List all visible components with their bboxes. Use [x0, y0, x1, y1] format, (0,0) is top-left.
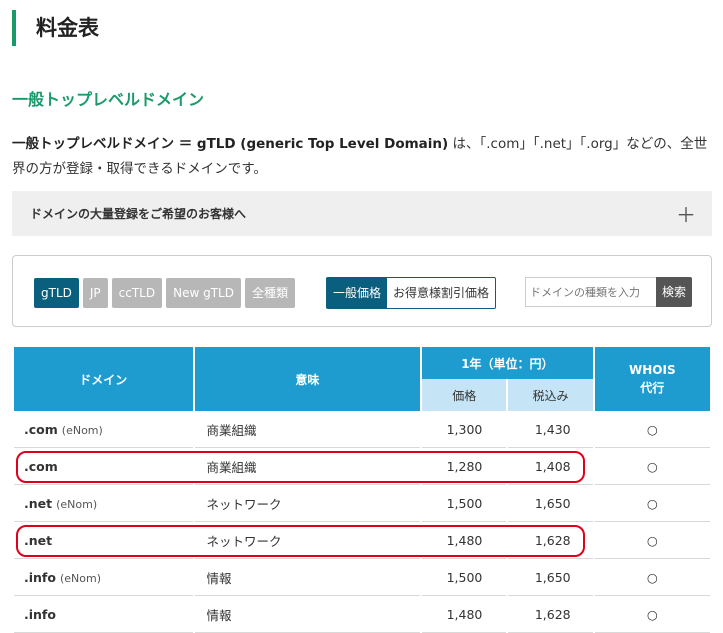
search-input[interactable]: [525, 277, 656, 307]
cell-whois: ○: [594, 485, 710, 522]
header-price: 価格: [422, 379, 507, 411]
cell-domain: .net (eNom): [14, 485, 193, 522]
cell-whois: ○: [594, 559, 710, 596]
cell-price: 1,300: [422, 411, 507, 448]
tab-tld[interactable]: JP: [82, 278, 108, 308]
table-row: .com (eNom) 商業組織 1,300 1,430 ○: [14, 411, 710, 448]
header-year: 1年（単位：円）: [422, 347, 593, 379]
price-table: ドメイン 意味 1年（単位：円） WHOIS 代行 価格 税込み .com (eN…: [12, 347, 712, 633]
cell-tax: 1,628: [508, 596, 593, 633]
price-mode-option[interactable]: 一般価格: [327, 278, 388, 308]
domain-name: .info: [24, 569, 56, 585]
cell-whois: ○: [594, 448, 710, 485]
search-button[interactable]: 検索: [656, 277, 692, 307]
cell-meaning: 情報: [194, 559, 421, 596]
domain-name: .info: [24, 606, 56, 622]
cell-tax: 1,430: [508, 411, 593, 448]
tab-tld[interactable]: 全種類: [244, 278, 295, 308]
registrar-label: (eNom): [56, 497, 98, 511]
price-mode-option[interactable]: お得意様割引価格: [387, 278, 495, 308]
table-row: .net (eNom) ネットワーク 1,500 1,650 ○: [14, 485, 710, 522]
cell-price: 1,500: [422, 559, 507, 596]
cell-meaning: 商業組織: [194, 411, 421, 448]
domain-name: .com: [24, 421, 58, 437]
cell-meaning: ネットワーク: [194, 485, 421, 522]
domain-search: 検索: [525, 277, 692, 307]
header-whois: WHOIS 代行: [594, 347, 710, 411]
table-row: .info 情報 1,480 1,628 ○: [14, 596, 710, 633]
cell-tax: 1,650: [508, 559, 593, 596]
intro-bold: 一般トップレベルドメイン ＝ gTLD (generic Top Level D…: [12, 136, 449, 152]
row-highlight: [16, 451, 585, 483]
registrar-label: (eNom): [59, 571, 101, 585]
intro-text: 一般トップレベルドメイン ＝ gTLD (generic Top Level D…: [12, 132, 720, 182]
cell-whois: ○: [594, 411, 710, 448]
registrar-label: (eNom): [61, 423, 103, 437]
cell-price: 1,480: [422, 596, 507, 633]
domain-name: .net: [24, 495, 53, 511]
header-meaning: 意味: [194, 347, 421, 411]
tab-tld[interactable]: ccTLD: [111, 278, 163, 308]
tld-tabs: gTLD JP ccTLD New gTLD 全種類: [34, 278, 295, 308]
page-title: 料金表: [36, 16, 99, 40]
price-mode-toggle: 一般価格 お得意様割引価格: [326, 277, 497, 309]
tab-tld[interactable]: New gTLD: [166, 278, 241, 308]
header-tax: 税込み: [508, 379, 593, 411]
cell-domain: .info: [14, 596, 193, 633]
row-highlight: [16, 525, 585, 557]
cell-meaning: 情報: [194, 596, 421, 633]
accordion-label: ドメインの大量登録をご希望のお客様へ: [30, 207, 247, 221]
cell-tax: 1,650: [508, 485, 593, 522]
header-domain: ドメイン: [14, 347, 193, 411]
table-row: .info (eNom) 情報 1,500 1,650 ○: [14, 559, 710, 596]
bulk-registration-accordion[interactable]: ドメインの大量登録をご希望のお客様へ ＋: [12, 191, 712, 236]
cell-whois: ○: [594, 522, 710, 559]
cell-domain: .info (eNom): [14, 559, 193, 596]
tab-tld[interactable]: gTLD: [34, 278, 79, 308]
plus-icon[interactable]: ＋: [676, 199, 696, 228]
cell-whois: ○: [594, 596, 710, 633]
cell-price: 1,500: [422, 485, 507, 522]
cell-domain: .com (eNom): [14, 411, 193, 448]
filter-panel: gTLDJPccTLDNew gTLD全種類 一般価格お得意様割引価格 検索: [12, 255, 712, 327]
section-heading: 一般トップレベルドメイン: [12, 90, 205, 109]
page-title-bar: 料金表: [12, 10, 99, 46]
